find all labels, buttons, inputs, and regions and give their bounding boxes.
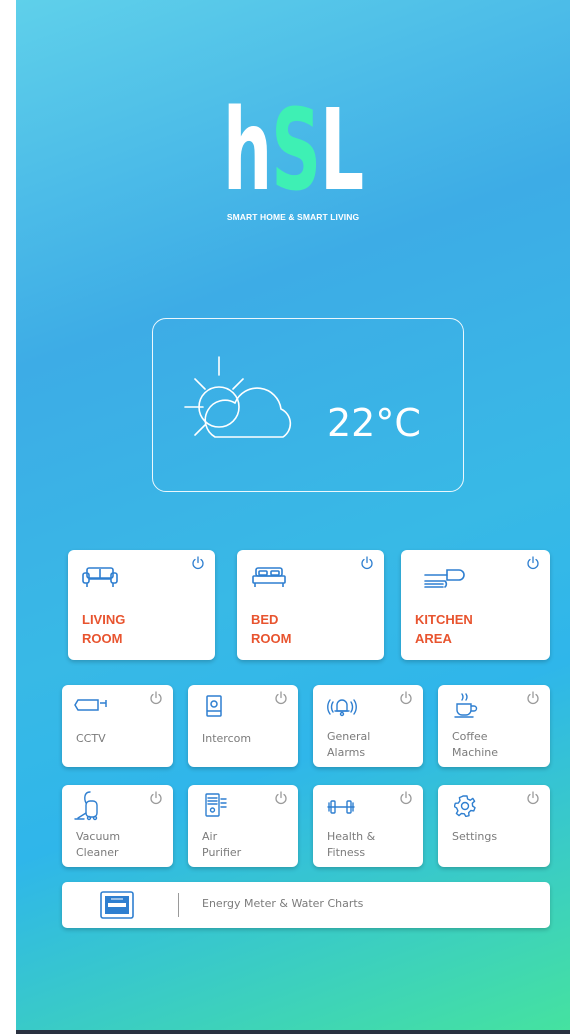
device-label: Air Purifier (202, 830, 242, 859)
gear-icon (454, 795, 476, 817)
tagline: SMART HOME & SMART LIVING (226, 212, 360, 222)
hsl-logo: hSL (223, 86, 364, 216)
power-icon[interactable] (526, 791, 540, 805)
coffee-cup-icon (454, 693, 478, 718)
device-card-general-alarms[interactable]: General Alarms (313, 685, 423, 767)
power-icon[interactable] (149, 691, 163, 705)
room-label: KITCHEN AREA (415, 612, 473, 646)
dumbbell-icon (327, 800, 355, 814)
power-icon[interactable] (149, 791, 163, 805)
room-card-kitchen-area[interactable]: KITCHEN AREA (401, 550, 550, 660)
device-label: Coffee Machine (452, 730, 499, 759)
sofa-icon (82, 567, 118, 587)
room-card-bed-room[interactable]: BED ROOM (237, 550, 384, 660)
device-label: Health & Fitness (327, 830, 376, 859)
power-icon[interactable] (274, 791, 288, 805)
device-label: CCTV (76, 732, 106, 745)
partly-cloudy-icon (184, 356, 292, 438)
bottom-edge (16, 1030, 570, 1034)
device-label: Vacuum Cleaner (76, 830, 121, 859)
device-card-intercom[interactable]: Intercom (188, 685, 298, 767)
device-card-settings[interactable]: Settings (438, 785, 550, 867)
power-icon[interactable] (274, 691, 288, 705)
device-card-vacuum-cleaner[interactable]: Vacuum Cleaner (62, 785, 173, 867)
divider (178, 893, 179, 917)
power-icon[interactable] (526, 691, 540, 705)
vacuum-icon (74, 791, 98, 821)
room-card-living-room[interactable]: LIVING ROOM (68, 550, 215, 660)
energy-meter-label: Energy Meter & Water Charts (202, 897, 364, 910)
room-label: BED ROOM (251, 612, 292, 646)
cctv-camera-icon (74, 699, 107, 711)
power-icon[interactable] (191, 556, 205, 570)
weather-widget[interactable]: 22°C (152, 318, 464, 492)
power-icon[interactable] (360, 556, 374, 570)
device-card-health-fitness[interactable]: Health & Fitness (313, 785, 423, 867)
power-icon[interactable] (399, 691, 413, 705)
intercom-icon (206, 695, 222, 717)
kitchen-icon (424, 569, 465, 588)
alarm-bell-icon (327, 699, 357, 717)
app-screen: hSL SMART HOME & SMART LIVING 22°C LIVIN… (16, 0, 570, 1030)
energy-meter-icon (100, 891, 134, 919)
device-label: General Alarms (327, 730, 371, 759)
air-purifier-icon (205, 793, 227, 817)
device-card-coffee-machine[interactable]: Coffee Machine (438, 685, 550, 767)
power-icon[interactable] (399, 791, 413, 805)
temperature-readout: 22°C (327, 401, 421, 445)
energy-meter-water-charts-button[interactable]: Energy Meter & Water Charts (62, 882, 550, 928)
room-label: LIVING ROOM (82, 612, 126, 646)
device-label: Intercom (202, 732, 252, 745)
power-icon[interactable] (526, 556, 540, 570)
device-card-air-purifier[interactable]: Air Purifier (188, 785, 298, 867)
device-label: Settings (452, 830, 498, 843)
bed-icon (252, 567, 286, 587)
device-card-cctv[interactable]: CCTV (62, 685, 173, 767)
